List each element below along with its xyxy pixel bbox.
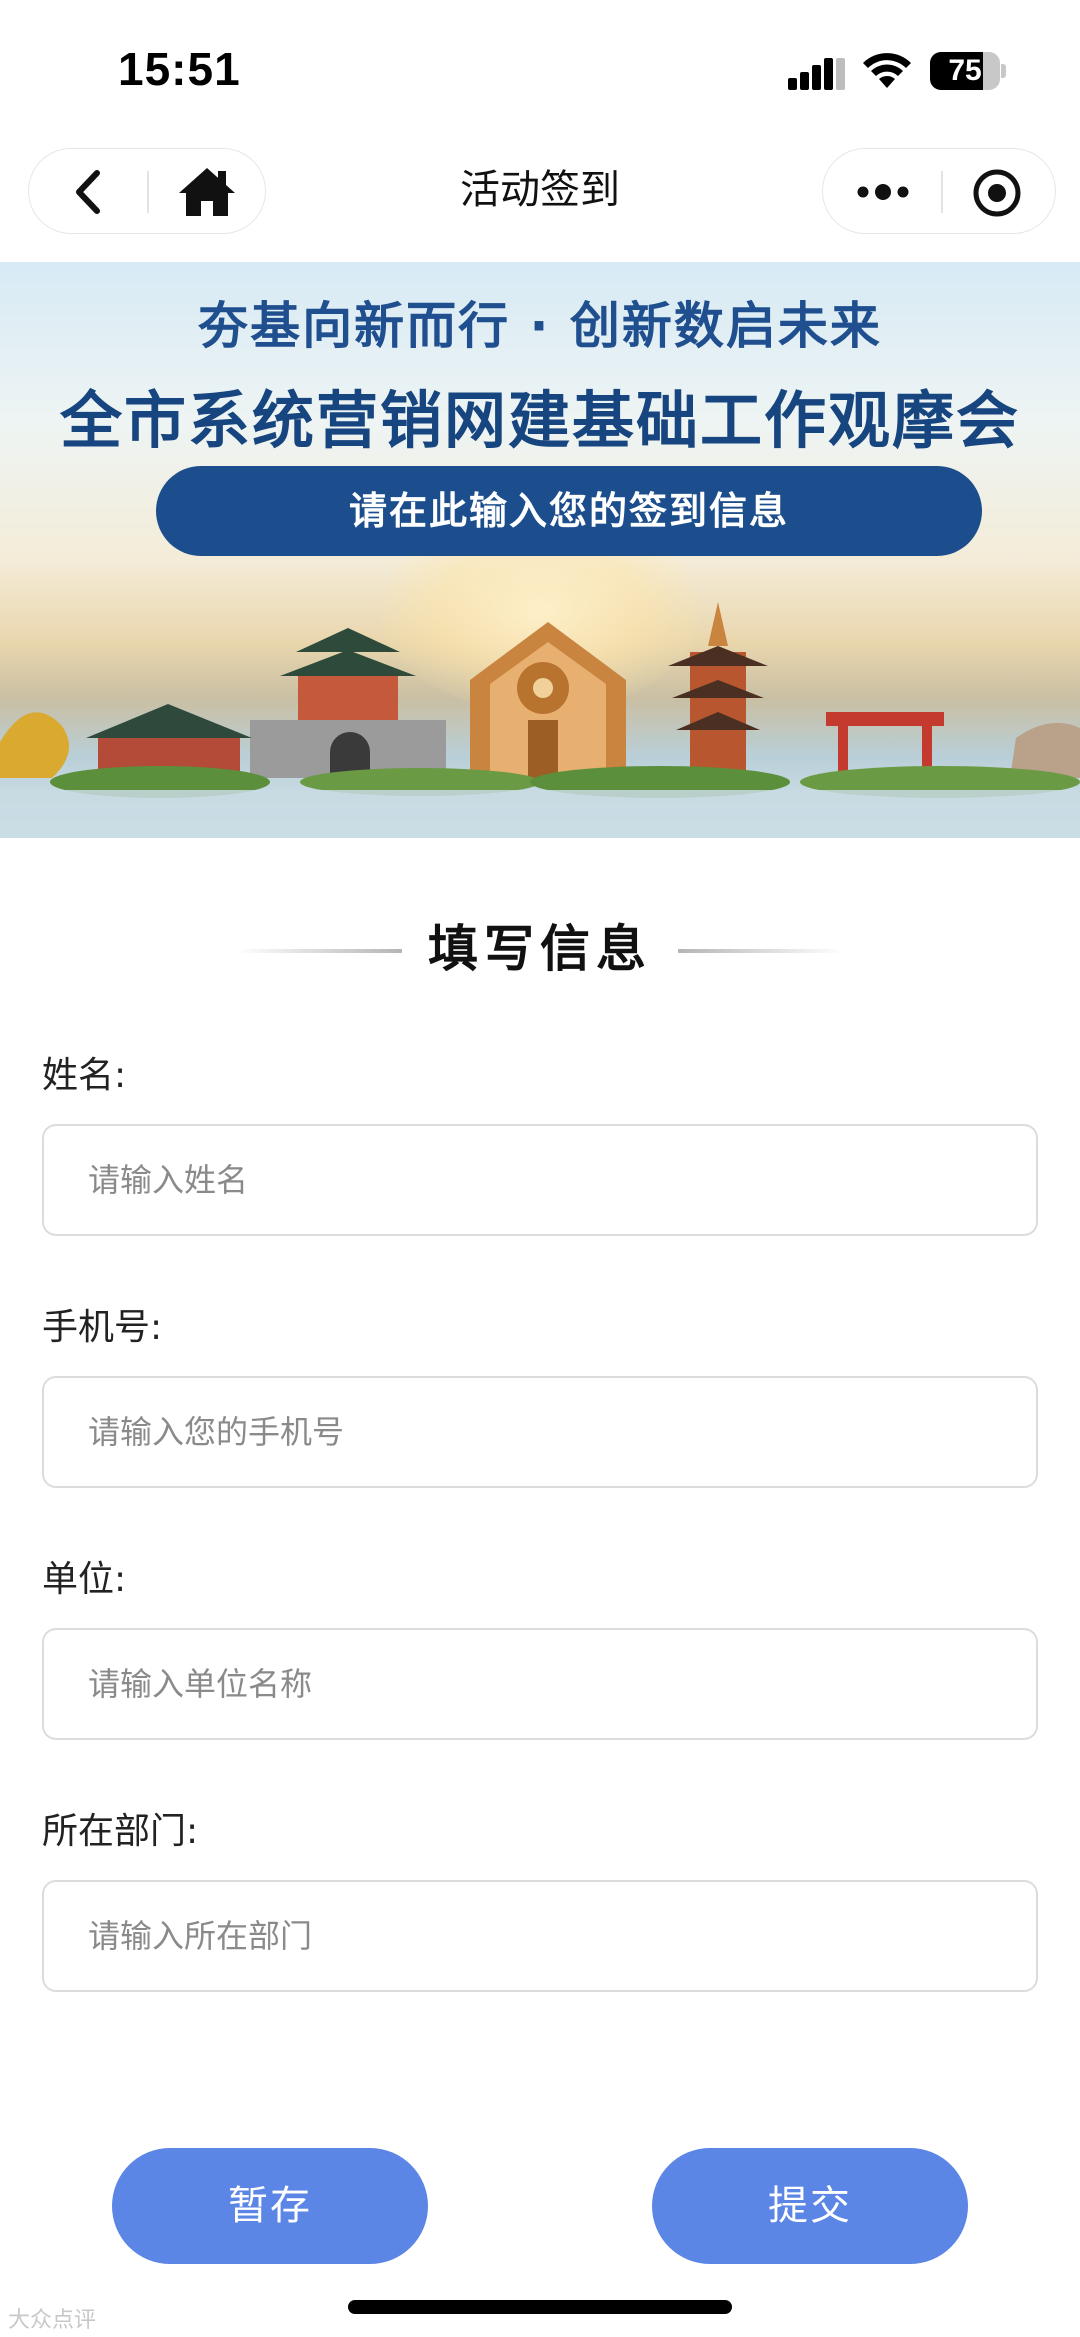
nav-divider	[941, 171, 943, 213]
close-miniprogram-icon[interactable]	[971, 167, 1023, 219]
phone-label: 手机号:	[42, 1307, 163, 1348]
organization-label: 单位:	[42, 1559, 127, 1600]
banner-title: 全市系统营销网建基础工作观摩会	[59, 384, 1020, 457]
section-heading: 填写信息	[0, 914, 1080, 984]
home-indicator[interactable]	[348, 2300, 732, 2314]
name-label: 姓名:	[42, 1055, 127, 1096]
wifi-icon	[863, 53, 911, 88]
battery-level: 75	[948, 54, 982, 87]
phone-input[interactable]	[42, 1376, 1038, 1488]
battery-icon: 75	[930, 52, 1006, 90]
checkin-prompt-banner: 请在此输入您的签到信息	[156, 466, 982, 556]
banner-subtitle: 夯基向新而行 · 创新数启未来	[198, 297, 882, 355]
submit-button[interactable]: 提交	[652, 2148, 968, 2264]
save-draft-button[interactable]: 暂存	[112, 2148, 428, 2264]
department-label: 所在部门:	[42, 1811, 199, 1852]
event-banner: 夯基向新而行 · 创新数启未来 全市系统营销网建基础工作观摩会 请在此输入您的签…	[0, 262, 1080, 838]
organization-input[interactable]	[42, 1628, 1038, 1740]
watermark: 大众点评	[8, 2308, 97, 2333]
more-icon[interactable]	[853, 171, 913, 213]
heading-divider-right	[678, 949, 844, 953]
status-bar: 15:51 75	[0, 0, 1080, 140]
cellular-signal-icon	[788, 58, 845, 90]
nav-right-capsule	[822, 148, 1056, 234]
status-time: 15:51	[118, 43, 241, 95]
name-input[interactable]	[42, 1124, 1038, 1236]
heading-divider-left	[236, 949, 402, 953]
department-input[interactable]	[42, 1880, 1038, 1992]
form-heading: 填写信息	[428, 920, 652, 978]
city-landmarks-illustration	[0, 602, 1080, 838]
